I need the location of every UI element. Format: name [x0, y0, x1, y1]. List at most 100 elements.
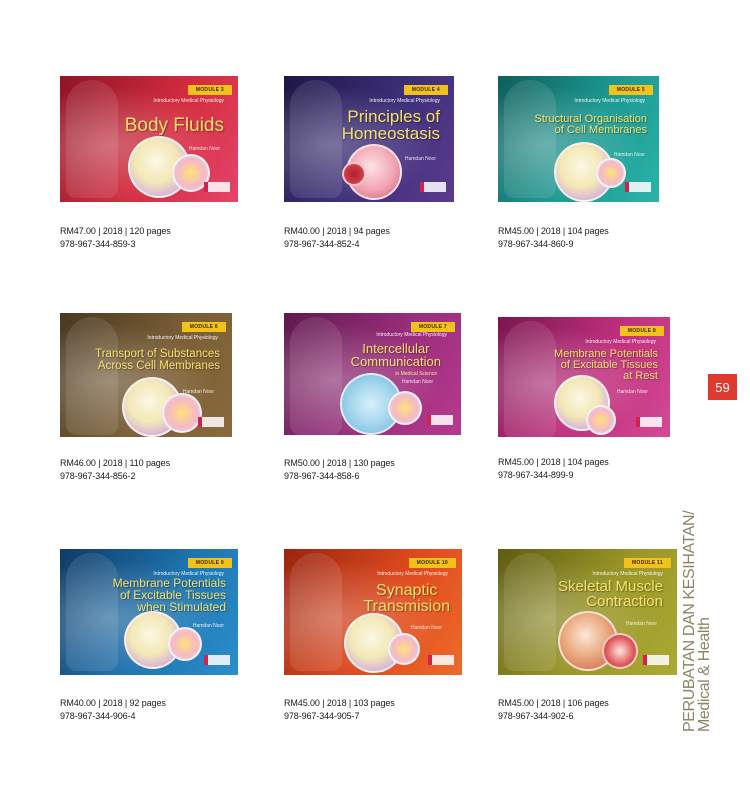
- book-meta: RM45.00 | 2018 | 103 pages 978-967-344-9…: [284, 697, 395, 723]
- module-badge: MODULE 8: [619, 326, 664, 336]
- book-title: Intercellular Communication: [350, 341, 441, 369]
- module-badge: MODULE 11: [623, 558, 671, 568]
- book-cover[interactable]: MODULE 6 Introductory Medical Physiology…: [60, 313, 232, 437]
- series-label: Introductory Medical Physiology: [369, 98, 440, 104]
- publisher-logo: [204, 182, 230, 192]
- price-year-pages: RM45.00 | 2018 | 106 pages: [498, 698, 609, 708]
- book-title: Body Fluids: [124, 115, 224, 136]
- publisher-logo: [198, 417, 224, 427]
- book-title: Synaptic Transmision: [363, 582, 450, 615]
- author-name: Hamdan Noor: [613, 152, 645, 158]
- isbn: 978-967-344-902-6: [498, 711, 574, 721]
- cell-illustration-small: [596, 158, 626, 188]
- author-name: Hamdan Noor: [192, 623, 224, 629]
- price-year-pages: RM50.00 | 2018 | 130 pages: [284, 458, 395, 468]
- book-cover[interactable]: MODULE 9 Introductory Medical Physiology…: [60, 549, 238, 675]
- book-card-module-8[interactable]: MODULE 8 Introductory Medical Physiology…: [498, 317, 670, 480]
- publisher-logo: [625, 182, 651, 192]
- section-label-malay: PERUBATAN DAN KESIHATAN/: [681, 510, 698, 732]
- isbn: 978-967-344-906-4: [60, 711, 136, 721]
- author-name: Hamdan Noor: [625, 621, 657, 627]
- book-cover[interactable]: MODULE 8 Introductory Medical Physiology…: [498, 317, 670, 437]
- price-year-pages: RM40.00 | 2018 | 94 pages: [284, 226, 390, 236]
- book-title: Skeletal Muscle Contraction: [557, 578, 663, 610]
- book-cover[interactable]: MODULE 10 Introductory Medical Physiolog…: [284, 549, 462, 675]
- isbn: 978-967-344-905-7: [284, 711, 360, 721]
- book-card-module-5[interactable]: MODULE 5 Introductory Medical Physiology…: [498, 76, 659, 249]
- cell-illustration-small: [162, 393, 202, 433]
- cell-illustration-small: [168, 627, 202, 661]
- cell-illustration-small: [388, 633, 420, 665]
- book-card-module-6[interactable]: MODULE 6 Introductory Medical Physiology…: [60, 313, 232, 481]
- book-title: Principles of Homeostasis: [341, 107, 440, 143]
- series-label: Introductory Medical Physiology: [147, 335, 218, 341]
- book-title: Transport of Substances Across Cell Memb…: [95, 348, 220, 372]
- book-meta: RM46.00 | 2018 | 110 pages 978-967-344-8…: [60, 457, 170, 483]
- book-meta: RM45.00 | 2018 | 104 pages 978-967-344-8…: [498, 225, 609, 251]
- cell-illustration-small: [602, 633, 638, 669]
- book-card-module-9[interactable]: MODULE 9 Introductory Medical Physiology…: [60, 549, 238, 721]
- book-title: Structural Organisation of Cell Membrane…: [534, 113, 648, 136]
- publisher-logo: [420, 182, 446, 192]
- module-badge: MODULE 4: [403, 85, 448, 95]
- module-badge: MODULE 5: [608, 85, 653, 95]
- book-card-module-7[interactable]: MODULE 7 Introductory Medical Physiology…: [284, 313, 461, 481]
- price-year-pages: RM46.00 | 2018 | 110 pages: [60, 458, 170, 468]
- isbn: 978-967-344-859-3: [60, 239, 136, 249]
- section-label-english: Medical & Health: [696, 617, 713, 732]
- book-meta: RM47.00 | 2018 | 120 pages 978-967-344-8…: [60, 225, 171, 251]
- book-meta: RM40.00 | 2018 | 94 pages 978-967-344-85…: [284, 225, 390, 251]
- book-cover[interactable]: MODULE 5 Introductory Medical Physiology…: [498, 76, 659, 202]
- book-card-module-10[interactable]: MODULE 10 Introductory Medical Physiolog…: [284, 549, 462, 721]
- author-name: Hamdan Noor: [404, 156, 436, 162]
- cell-illustration-small: [342, 162, 366, 186]
- isbn: 978-967-344-899-9: [498, 470, 574, 480]
- author-name: Hamdan Noor: [401, 379, 433, 385]
- price-year-pages: RM47.00 | 2018 | 120 pages: [60, 226, 171, 236]
- series-label: Introductory Medical Physiology: [377, 571, 448, 577]
- series-label: Introductory Medical Physiology: [574, 98, 645, 104]
- module-badge: MODULE 7: [410, 322, 455, 332]
- isbn: 978-967-344-852-4: [284, 239, 360, 249]
- module-badge: MODULE 3: [187, 85, 232, 95]
- module-badge: MODULE 6: [181, 322, 226, 332]
- author-name: Hamdan Noor: [616, 389, 648, 395]
- book-cover[interactable]: MODULE 3 Introductory Medical Physiology…: [60, 76, 238, 202]
- isbn: 978-967-344-860-9: [498, 239, 574, 249]
- publisher-logo: [636, 417, 662, 427]
- series-label: Introductory Medical Physiology: [376, 332, 447, 338]
- module-badge: MODULE 10: [408, 558, 456, 568]
- publisher-logo: [427, 415, 453, 425]
- price-year-pages: RM45.00 | 2018 | 104 pages: [498, 457, 609, 467]
- book-cover[interactable]: MODULE 4 Introductory Medical Physiology…: [284, 76, 454, 202]
- book-meta: RM50.00 | 2018 | 130 pages 978-967-344-8…: [284, 457, 395, 483]
- author-name: Hamdan Noor: [188, 146, 220, 152]
- section-label: PERUBATAN DAN KESIHATAN/ Medical & Healt…: [681, 510, 713, 732]
- price-year-pages: RM45.00 | 2018 | 103 pages: [284, 698, 395, 708]
- book-card-module-11[interactable]: MODULE 11 Introductory Medical Physiolog…: [498, 549, 677, 721]
- publisher-logo: [204, 655, 230, 665]
- subtitle: in Medical Science: [395, 371, 437, 377]
- publisher-logo: [428, 655, 454, 665]
- cell-illustration-small: [388, 391, 422, 425]
- book-card-module-3[interactable]: MODULE 3 Introductory Medical Physiology…: [60, 76, 238, 249]
- page-number-badge: 59: [708, 374, 737, 400]
- isbn: 978-967-344-858-6: [284, 471, 360, 481]
- price-year-pages: RM40.00 | 2018 | 92 pages: [60, 698, 166, 708]
- series-label: Introductory Medical Physiology: [592, 571, 663, 577]
- series-label: Introductory Medical Physiology: [585, 339, 656, 345]
- book-cover[interactable]: MODULE 11 Introductory Medical Physiolog…: [498, 549, 677, 675]
- cell-illustration-small: [586, 405, 616, 435]
- book-card-module-4[interactable]: MODULE 4 Introductory Medical Physiology…: [284, 76, 454, 249]
- series-label: Introductory Medical Physiology: [153, 98, 224, 104]
- book-meta: RM40.00 | 2018 | 92 pages 978-967-344-90…: [60, 697, 166, 723]
- module-badge: MODULE 9: [187, 558, 232, 568]
- book-meta: RM45.00 | 2018 | 104 pages 978-967-344-8…: [498, 456, 609, 482]
- price-year-pages: RM45.00 | 2018 | 104 pages: [498, 226, 609, 236]
- book-cover[interactable]: MODULE 7 Introductory Medical Physiology…: [284, 313, 461, 435]
- publisher-logo: [643, 655, 669, 665]
- book-meta: RM45.00 | 2018 | 106 pages 978-967-344-9…: [498, 697, 609, 723]
- isbn: 978-967-344-856-2: [60, 471, 136, 481]
- book-title: Membrane Potentials of Excitable Tissues…: [112, 576, 226, 614]
- author-name: Hamdan Noor: [410, 625, 442, 631]
